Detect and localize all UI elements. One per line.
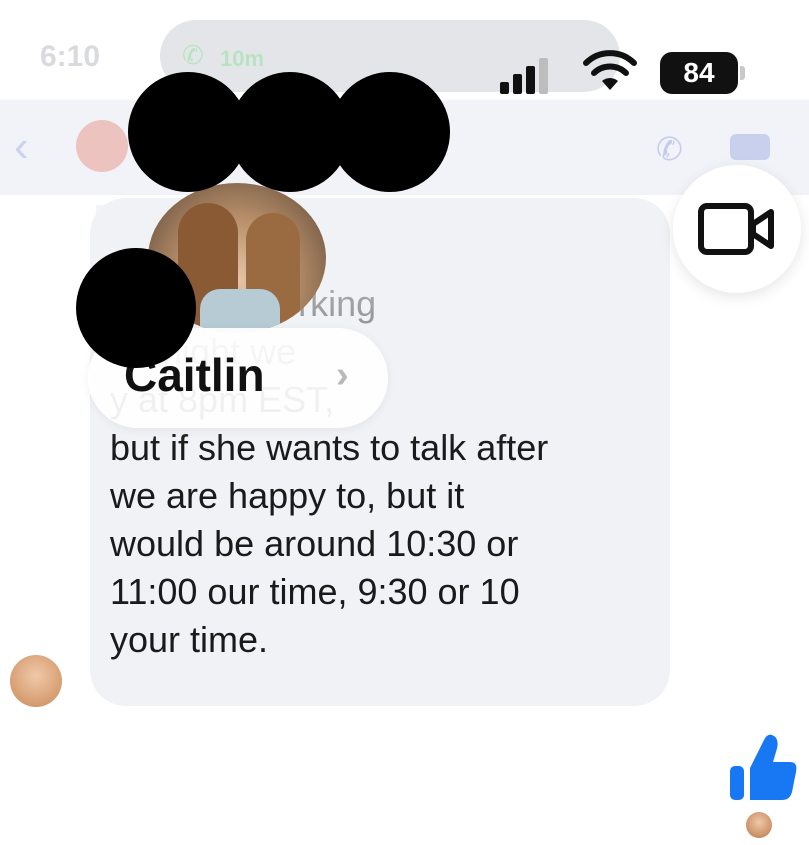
status-time: 6:10 — [40, 40, 101, 73]
header-video-icon[interactable] — [730, 134, 770, 160]
call-duration: 10m — [220, 46, 265, 71]
signal-icon — [500, 54, 552, 94]
video-call-button[interactable] — [673, 165, 801, 293]
redaction-mark — [76, 248, 196, 368]
call-phone-icon: ✆ — [182, 40, 204, 70]
wifi-icon — [583, 50, 637, 90]
sender-avatar[interactable] — [10, 655, 62, 707]
video-camera-icon — [698, 203, 774, 255]
header-avatar[interactable] — [76, 120, 128, 172]
battery-indicator: 84 — [660, 52, 745, 94]
seen-avatar — [746, 812, 772, 838]
thumbs-up-icon[interactable] — [728, 732, 798, 804]
chevron-right-icon: › — [336, 354, 349, 396]
redaction-mark — [330, 72, 450, 192]
back-icon[interactable]: ‹ — [14, 122, 29, 172]
phone-icon[interactable]: ✆ — [656, 130, 683, 168]
